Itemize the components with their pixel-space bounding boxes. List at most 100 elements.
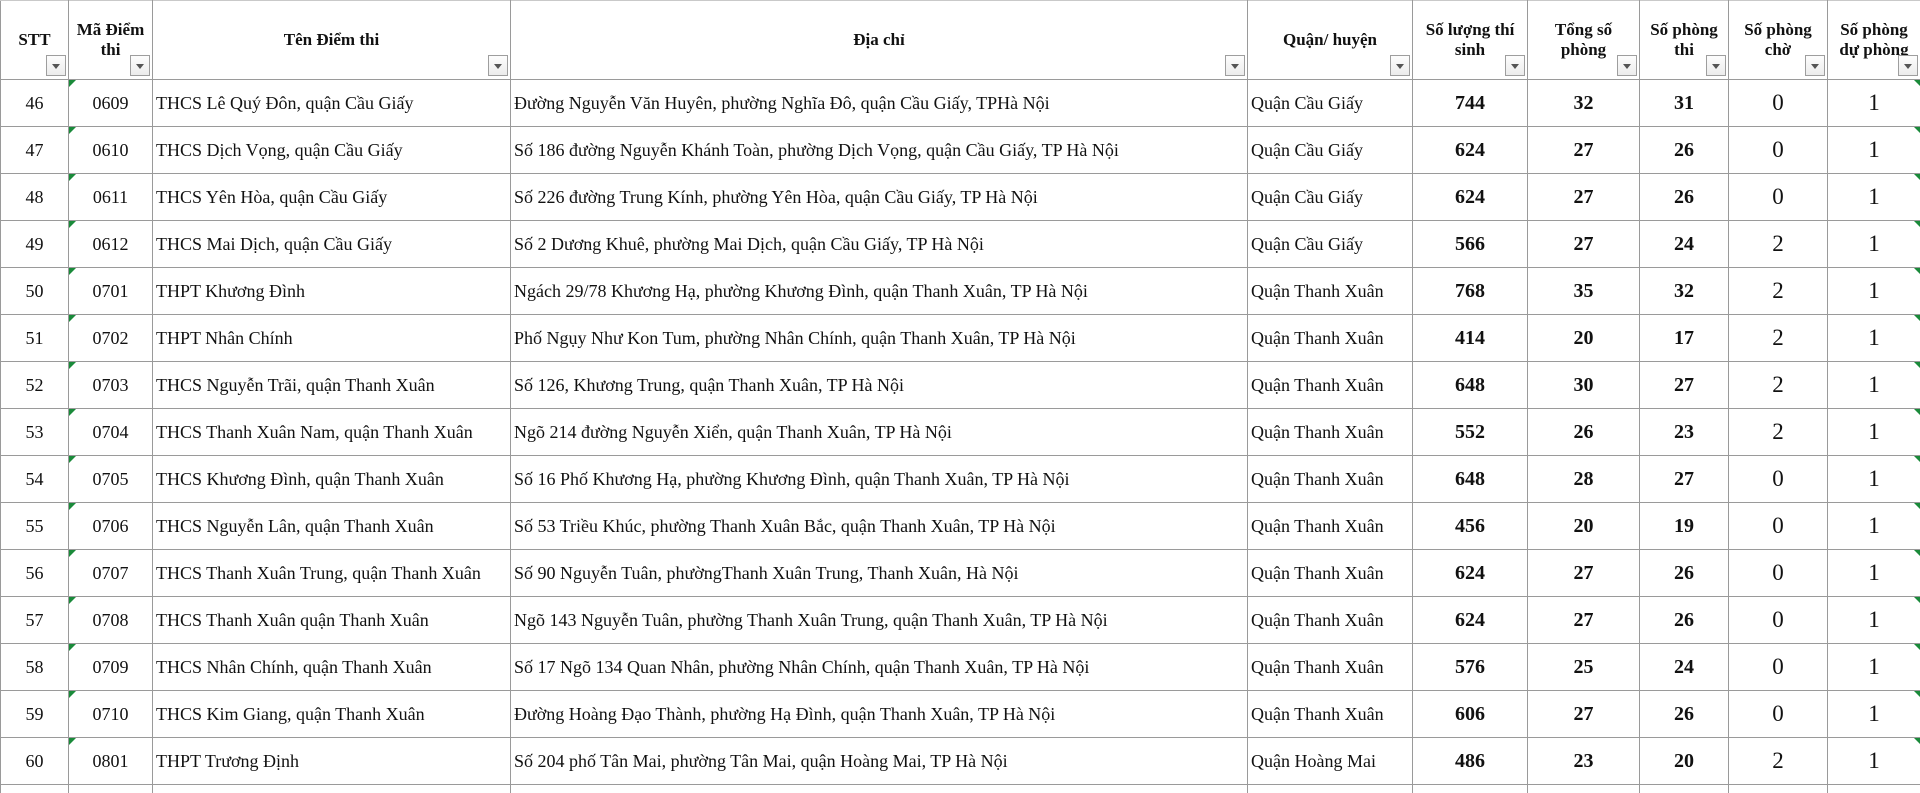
- cell-quan-huyen[interactable]: [1247, 784, 1413, 793]
- cell-tong-so-phong[interactable]: 20: [1527, 502, 1640, 550]
- cell-dia-chi[interactable]: [510, 784, 1248, 793]
- filter-dropdown-icon[interactable]: [46, 55, 66, 76]
- cell-quan-huyen[interactable]: Quận Thanh Xuân: [1247, 314, 1413, 362]
- cell-ten-diem-thi[interactable]: [152, 784, 511, 793]
- cell-so-phong-thi[interactable]: 26: [1639, 549, 1729, 597]
- cell-ten-diem-thi[interactable]: THPT Nhân Chính: [152, 314, 511, 362]
- cell-so-luong-thi-sinh[interactable]: 624: [1412, 173, 1528, 221]
- cell-tong-so-phong[interactable]: 20: [1527, 314, 1640, 362]
- cell-ten-diem-thi[interactable]: THCS Lê Quý Đôn, quận Cầu Giấy: [152, 79, 511, 127]
- cell-stt[interactable]: 52: [0, 361, 69, 409]
- cell-so-phong-cho[interactable]: 0: [1728, 173, 1828, 221]
- cell-so-luong-thi-sinh[interactable]: 768: [1412, 267, 1528, 315]
- cell-so-luong-thi-sinh[interactable]: 566: [1412, 220, 1528, 268]
- cell-dia-chi[interactable]: Số 17 Ngõ 134 Quan Nhân, phường Nhân Chí…: [510, 643, 1248, 691]
- cell-ten-diem-thi[interactable]: THCS Yên Hòa, quận Cầu Giấy: [152, 173, 511, 221]
- cell-so-phong-cho[interactable]: 0: [1728, 549, 1828, 597]
- cell-tong-so-phong[interactable]: 27: [1527, 596, 1640, 644]
- cell-quan-huyen[interactable]: Quận Thanh Xuân: [1247, 361, 1413, 409]
- header-so-phong-thi[interactable]: Số phòng thi: [1639, 0, 1729, 80]
- cell-ma-diem-thi[interactable]: 0612: [68, 220, 153, 268]
- cell-so-luong-thi-sinh[interactable]: 744: [1412, 79, 1528, 127]
- cell-so-phong-du-phong[interactable]: 1: [1827, 549, 1920, 597]
- cell-so-phong-du-phong[interactable]: 1: [1827, 455, 1920, 503]
- cell-so-phong-cho[interactable]: 2: [1728, 220, 1828, 268]
- cell-so-phong-cho[interactable]: 0: [1728, 643, 1828, 691]
- cell-ten-diem-thi[interactable]: THCS Nhân Chính, quận Thanh Xuân: [152, 643, 511, 691]
- cell-ma-diem-thi[interactable]: 0610: [68, 126, 153, 174]
- cell-quan-huyen[interactable]: Quận Cầu Giấy: [1247, 173, 1413, 221]
- cell-so-phong-thi[interactable]: 24: [1639, 220, 1729, 268]
- cell-tong-so-phong[interactable]: 27: [1527, 690, 1640, 738]
- cell-stt[interactable]: 60: [0, 737, 69, 785]
- cell-dia-chi[interactable]: Số 126, Khương Trung, quận Thanh Xuân, T…: [510, 361, 1248, 409]
- cell-dia-chi[interactable]: Phố Ngụy Như Kon Tum, phường Nhân Chính,…: [510, 314, 1248, 362]
- cell-stt[interactable]: 51: [0, 314, 69, 362]
- cell-quan-huyen[interactable]: Quận Hoàng Mai: [1247, 737, 1413, 785]
- cell-so-luong-thi-sinh[interactable]: 486: [1412, 737, 1528, 785]
- cell-so-phong-cho[interactable]: 0: [1728, 455, 1828, 503]
- cell-ten-diem-thi[interactable]: THCS Thanh Xuân Trung, quận Thanh Xuân: [152, 549, 511, 597]
- cell-quan-huyen[interactable]: Quận Thanh Xuân: [1247, 690, 1413, 738]
- cell-so-luong-thi-sinh[interactable]: 624: [1412, 549, 1528, 597]
- cell-so-phong-cho[interactable]: [1728, 784, 1828, 793]
- cell-so-phong-du-phong[interactable]: 1: [1827, 502, 1920, 550]
- cell-so-phong-thi[interactable]: 20: [1639, 737, 1729, 785]
- cell-stt[interactable]: 54: [0, 455, 69, 503]
- cell-so-luong-thi-sinh[interactable]: 456: [1412, 502, 1528, 550]
- filter-dropdown-icon[interactable]: [1805, 55, 1825, 76]
- cell-so-luong-thi-sinh[interactable]: 552: [1412, 408, 1528, 456]
- cell-stt[interactable]: 53: [0, 408, 69, 456]
- cell-ten-diem-thi[interactable]: THCS Dịch Vọng, quận Cầu Giấy: [152, 126, 511, 174]
- cell-stt[interactable]: 48: [0, 173, 69, 221]
- cell-so-phong-du-phong[interactable]: 1: [1827, 173, 1920, 221]
- cell-so-phong-thi[interactable]: 27: [1639, 455, 1729, 503]
- cell-tong-so-phong[interactable]: 25: [1527, 643, 1640, 691]
- cell-tong-so-phong[interactable]: 26: [1527, 408, 1640, 456]
- filter-dropdown-icon[interactable]: [1898, 55, 1918, 76]
- cell-ten-diem-thi[interactable]: THCS Nguyễn Lân, quận Thanh Xuân: [152, 502, 511, 550]
- cell-so-phong-du-phong[interactable]: 1: [1827, 314, 1920, 362]
- cell-so-phong-du-phong[interactable]: 1: [1827, 267, 1920, 315]
- cell-so-luong-thi-sinh[interactable]: 648: [1412, 361, 1528, 409]
- cell-dia-chi[interactable]: Số 204 phố Tân Mai, phường Tân Mai, quận…: [510, 737, 1248, 785]
- filter-dropdown-icon[interactable]: [1505, 55, 1525, 76]
- cell-ma-diem-thi[interactable]: 0701: [68, 267, 153, 315]
- cell-dia-chi[interactable]: Đường Nguyễn Văn Huyên, phường Nghĩa Đô,…: [510, 79, 1248, 127]
- cell-quan-huyen[interactable]: Quận Thanh Xuân: [1247, 549, 1413, 597]
- cell-tong-so-phong[interactable]: 30: [1527, 361, 1640, 409]
- cell-so-phong-du-phong[interactable]: 1: [1827, 690, 1920, 738]
- cell-dia-chi[interactable]: Số 2 Dương Khuê, phường Mai Dịch, quận C…: [510, 220, 1248, 268]
- cell-quan-huyen[interactable]: Quận Thanh Xuân: [1247, 596, 1413, 644]
- cell-quan-huyen[interactable]: Quận Cầu Giấy: [1247, 79, 1413, 127]
- header-dia-chi[interactable]: Địa chỉ: [510, 0, 1248, 80]
- cell-tong-so-phong[interactable]: 32: [1527, 79, 1640, 127]
- cell-dia-chi[interactable]: Ngõ 143 Nguyễn Tuân, phường Thanh Xuân T…: [510, 596, 1248, 644]
- cell-so-phong-cho[interactable]: 2: [1728, 267, 1828, 315]
- header-ma-diem-thi[interactable]: Mã Điểm thi: [68, 0, 153, 80]
- cell-ma-diem-thi[interactable]: 0706: [68, 502, 153, 550]
- cell-ten-diem-thi[interactable]: THPT Trương Định: [152, 737, 511, 785]
- cell-quan-huyen[interactable]: Quận Thanh Xuân: [1247, 267, 1413, 315]
- filter-dropdown-icon[interactable]: [488, 55, 508, 76]
- cell-tong-so-phong[interactable]: 27: [1527, 220, 1640, 268]
- cell-so-phong-cho[interactable]: 0: [1728, 79, 1828, 127]
- cell-ma-diem-thi[interactable]: 0707: [68, 549, 153, 597]
- cell-so-luong-thi-sinh[interactable]: 576: [1412, 643, 1528, 691]
- cell-tong-so-phong[interactable]: 28: [1527, 455, 1640, 503]
- cell-ten-diem-thi[interactable]: THCS Thanh Xuân quận Thanh Xuân: [152, 596, 511, 644]
- cell-stt[interactable]: [0, 784, 69, 793]
- cell-so-luong-thi-sinh[interactable]: 606: [1412, 690, 1528, 738]
- cell-dia-chi[interactable]: Số 90 Nguyễn Tuân, phườngThanh Xuân Trun…: [510, 549, 1248, 597]
- cell-so-phong-thi[interactable]: 24: [1639, 643, 1729, 691]
- header-stt[interactable]: STT: [0, 0, 69, 80]
- cell-quan-huyen[interactable]: Quận Thanh Xuân: [1247, 455, 1413, 503]
- cell-so-phong-cho[interactable]: 0: [1728, 596, 1828, 644]
- filter-dropdown-icon[interactable]: [1225, 55, 1245, 76]
- cell-ma-diem-thi[interactable]: 0611: [68, 173, 153, 221]
- cell-so-phong-thi[interactable]: 23: [1639, 408, 1729, 456]
- cell-dia-chi[interactable]: Số 186 đường Nguyễn Khánh Toàn, phường D…: [510, 126, 1248, 174]
- cell-tong-so-phong[interactable]: 35: [1527, 267, 1640, 315]
- cell-dia-chi[interactable]: Số 16 Phố Khương Hạ, phường Khương Đình,…: [510, 455, 1248, 503]
- cell-so-luong-thi-sinh[interactable]: 624: [1412, 126, 1528, 174]
